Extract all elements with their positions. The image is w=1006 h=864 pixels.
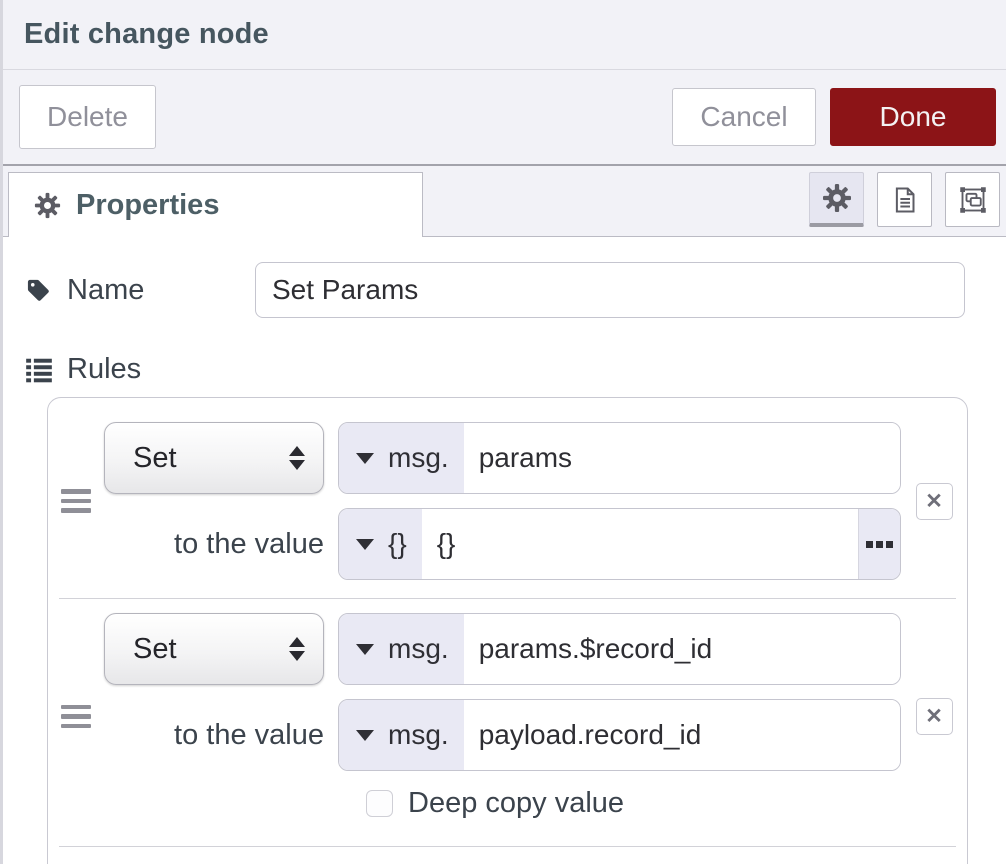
drag-handle-bar bbox=[61, 705, 91, 710]
value-typed-input: {} bbox=[338, 508, 901, 580]
property-type-label: msg. bbox=[388, 633, 449, 665]
list-icon bbox=[25, 355, 53, 383]
rule-value-row: to the value {} bbox=[104, 508, 901, 580]
value-type-button[interactable]: {} bbox=[339, 509, 422, 579]
drag-handle[interactable] bbox=[48, 613, 104, 820]
value-input[interactable] bbox=[464, 700, 900, 770]
rule-property-row: Set msg. bbox=[104, 613, 901, 685]
rule-value-row: to the value msg. bbox=[104, 699, 901, 771]
property-type-label: msg. bbox=[388, 442, 449, 474]
value-type-label: msg. bbox=[388, 719, 449, 751]
cancel-button[interactable]: Cancel bbox=[672, 88, 816, 146]
done-button[interactable]: Done bbox=[830, 88, 996, 146]
rule-action-select[interactable]: Set bbox=[104, 422, 324, 494]
select-arrows-icon bbox=[289, 446, 305, 470]
tab-properties-label: Properties bbox=[76, 189, 219, 222]
drag-handle-bar bbox=[61, 499, 91, 504]
chevron-down-icon bbox=[356, 453, 374, 464]
drag-handle[interactable] bbox=[48, 422, 104, 580]
tab-tool-appearance-button[interactable] bbox=[945, 172, 1000, 227]
gear-icon bbox=[822, 183, 852, 213]
rule-item-2: Set msg. to the value bbox=[48, 599, 967, 846]
rules-label: Rules bbox=[67, 353, 141, 386]
value-type-button[interactable]: msg. bbox=[339, 700, 464, 770]
editor-tabbar: Properties bbox=[3, 166, 1006, 237]
appearance-group-icon bbox=[958, 185, 988, 215]
tab-properties[interactable]: Properties bbox=[8, 172, 423, 237]
rule-main: Set msg. to the value bbox=[104, 422, 901, 580]
tray-header: Edit change node bbox=[3, 0, 1006, 70]
gear-icon bbox=[34, 192, 61, 219]
ellipsis-icon bbox=[866, 541, 873, 548]
delete-rule-button[interactable]: ✕ bbox=[916, 483, 953, 520]
rules-label-group: Rules bbox=[25, 354, 984, 384]
property-type-button[interactable]: msg. bbox=[339, 423, 464, 493]
ellipsis-icon bbox=[876, 541, 883, 548]
property-typed-input: msg. bbox=[338, 422, 901, 494]
select-arrows-icon bbox=[289, 637, 305, 661]
chevron-down-icon bbox=[356, 539, 374, 550]
name-label: Name bbox=[67, 274, 144, 307]
tray-toolbar: Delete Cancel Done bbox=[3, 70, 1006, 166]
tag-icon bbox=[25, 277, 52, 304]
tab-tools bbox=[809, 172, 1000, 227]
rules-container: Set msg. to the value bbox=[47, 397, 968, 864]
deep-copy-row: Deep copy value bbox=[104, 787, 901, 820]
chevron-down-icon bbox=[356, 644, 374, 655]
property-input[interactable] bbox=[464, 614, 900, 684]
rule-delete-column: ✕ bbox=[901, 422, 967, 580]
delete-button[interactable]: Delete bbox=[19, 85, 156, 149]
rule-action-value: Set bbox=[133, 633, 177, 666]
value-typed-input: msg. bbox=[338, 699, 901, 771]
drag-handle-bar bbox=[61, 508, 91, 513]
tab-tool-properties-button[interactable] bbox=[809, 172, 864, 227]
rule-divider bbox=[59, 846, 956, 847]
delete-rule-button[interactable]: ✕ bbox=[916, 698, 953, 735]
name-label-group: Name bbox=[25, 274, 255, 307]
rule-action-value: Set bbox=[133, 442, 177, 475]
name-field-row: Name bbox=[25, 262, 984, 318]
to-value-label: to the value bbox=[104, 528, 324, 561]
name-input[interactable] bbox=[255, 262, 965, 318]
page-title: Edit change node bbox=[24, 18, 269, 51]
document-icon bbox=[890, 185, 920, 215]
rule-delete-column: ✕ bbox=[901, 613, 967, 820]
drag-handle-bar bbox=[61, 714, 91, 719]
rule-main: Set msg. to the value bbox=[104, 613, 901, 820]
value-input[interactable] bbox=[422, 509, 858, 579]
expand-editor-button[interactable] bbox=[858, 509, 900, 579]
rule-item-1: Set msg. to the value bbox=[48, 398, 967, 598]
property-input[interactable] bbox=[464, 423, 900, 493]
ellipsis-icon bbox=[886, 541, 893, 548]
deep-copy-checkbox[interactable] bbox=[366, 790, 393, 817]
rule-property-row: Set msg. bbox=[104, 422, 901, 494]
edit-node-tray: Edit change node Delete Cancel Done bbox=[0, 0, 1006, 864]
rule-action-select[interactable]: Set bbox=[104, 613, 324, 685]
drag-handle-bar bbox=[61, 489, 91, 494]
property-typed-input: msg. bbox=[338, 613, 901, 685]
deep-copy-label: Deep copy value bbox=[408, 787, 624, 820]
property-type-button[interactable]: msg. bbox=[339, 614, 464, 684]
value-type-label: {} bbox=[388, 528, 407, 560]
chevron-down-icon bbox=[356, 730, 374, 741]
properties-form: Name Rules bbox=[3, 262, 1006, 864]
tab-tool-description-button[interactable] bbox=[877, 172, 932, 227]
drag-handle-bar bbox=[61, 724, 91, 729]
to-value-label: to the value bbox=[104, 719, 324, 752]
